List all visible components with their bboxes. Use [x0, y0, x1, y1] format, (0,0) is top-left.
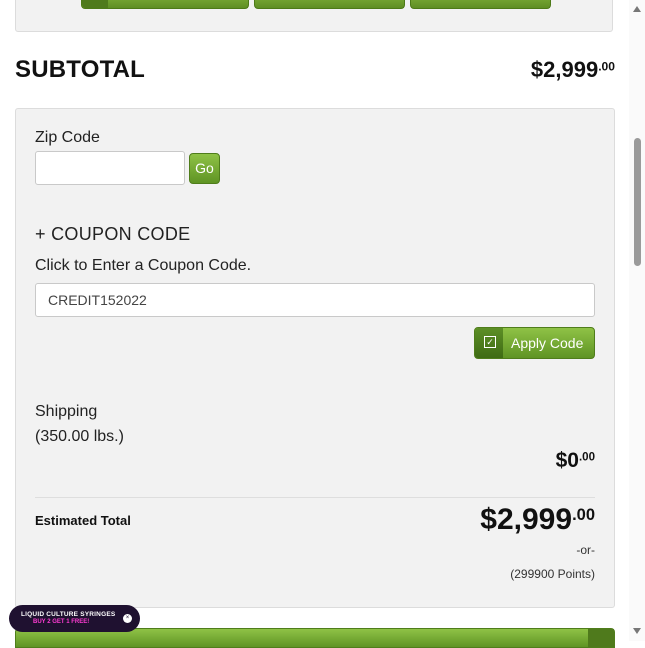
shipping-weight: (350.00 lbs.) [35, 428, 124, 445]
go-button[interactable]: Go [189, 153, 220, 184]
promo-banner[interactable]: LIQUID CULTURE SYRINGES BUY 2 GET 1 FREE… [9, 605, 140, 632]
shipping-label: Shipping [35, 403, 98, 420]
or-separator: -or- [576, 543, 595, 557]
coupon-hint: Click to Enter a Coupon Code. [35, 257, 252, 274]
shipping-price: $0.00 [556, 449, 595, 473]
apply-code-button[interactable]: ✓ Apply Code [474, 327, 595, 359]
apply-code-label: Apply Code [511, 335, 584, 351]
estimated-total-cents: .00 [572, 505, 595, 524]
points-total: (299900 Points) [510, 567, 595, 581]
scroll-down-icon[interactable] [633, 628, 641, 634]
zip-code-label: Zip Code [35, 129, 100, 146]
scroll-up-icon[interactable] [633, 6, 641, 12]
estimated-total-price: $2,999.00 [480, 503, 595, 537]
divider [35, 497, 595, 498]
shipping-dollars: $0 [555, 449, 579, 472]
scrollbar[interactable] [629, 0, 645, 641]
estimated-total-label: Estimated Total [35, 513, 131, 528]
promo-line-2: BUY 2 GET 1 FREE! [33, 619, 90, 625]
subtotal-label: SUBTOTAL [15, 56, 146, 83]
shipping-cents: .00 [578, 451, 595, 464]
close-icon[interactable]: × [123, 614, 132, 623]
top-button-1-icon [82, 0, 108, 8]
coupon-code-toggle[interactable]: + COUPON CODE [35, 224, 190, 245]
zip-code-input[interactable] [35, 151, 185, 185]
subtotal-price: $2,999.00 [531, 57, 615, 83]
subtotal-dollars: $2,999 [530, 57, 599, 82]
scrollbar-thumb[interactable] [634, 138, 641, 266]
coupon-code-input[interactable]: CREDIT152022 [35, 283, 595, 317]
estimated-total-dollars: $2,999 [480, 503, 573, 536]
top-button-1[interactable] [81, 0, 249, 9]
top-button-2[interactable] [254, 0, 405, 9]
checkbox-icon: ✓ [484, 336, 496, 348]
checkout-button-icon [588, 629, 614, 647]
shipping-options-panel [15, 0, 613, 32]
top-button-3[interactable] [410, 0, 551, 9]
promo-line-1: LIQUID CULTURE SYRINGES [21, 611, 116, 618]
subtotal-cents: .00 [598, 59, 615, 74]
